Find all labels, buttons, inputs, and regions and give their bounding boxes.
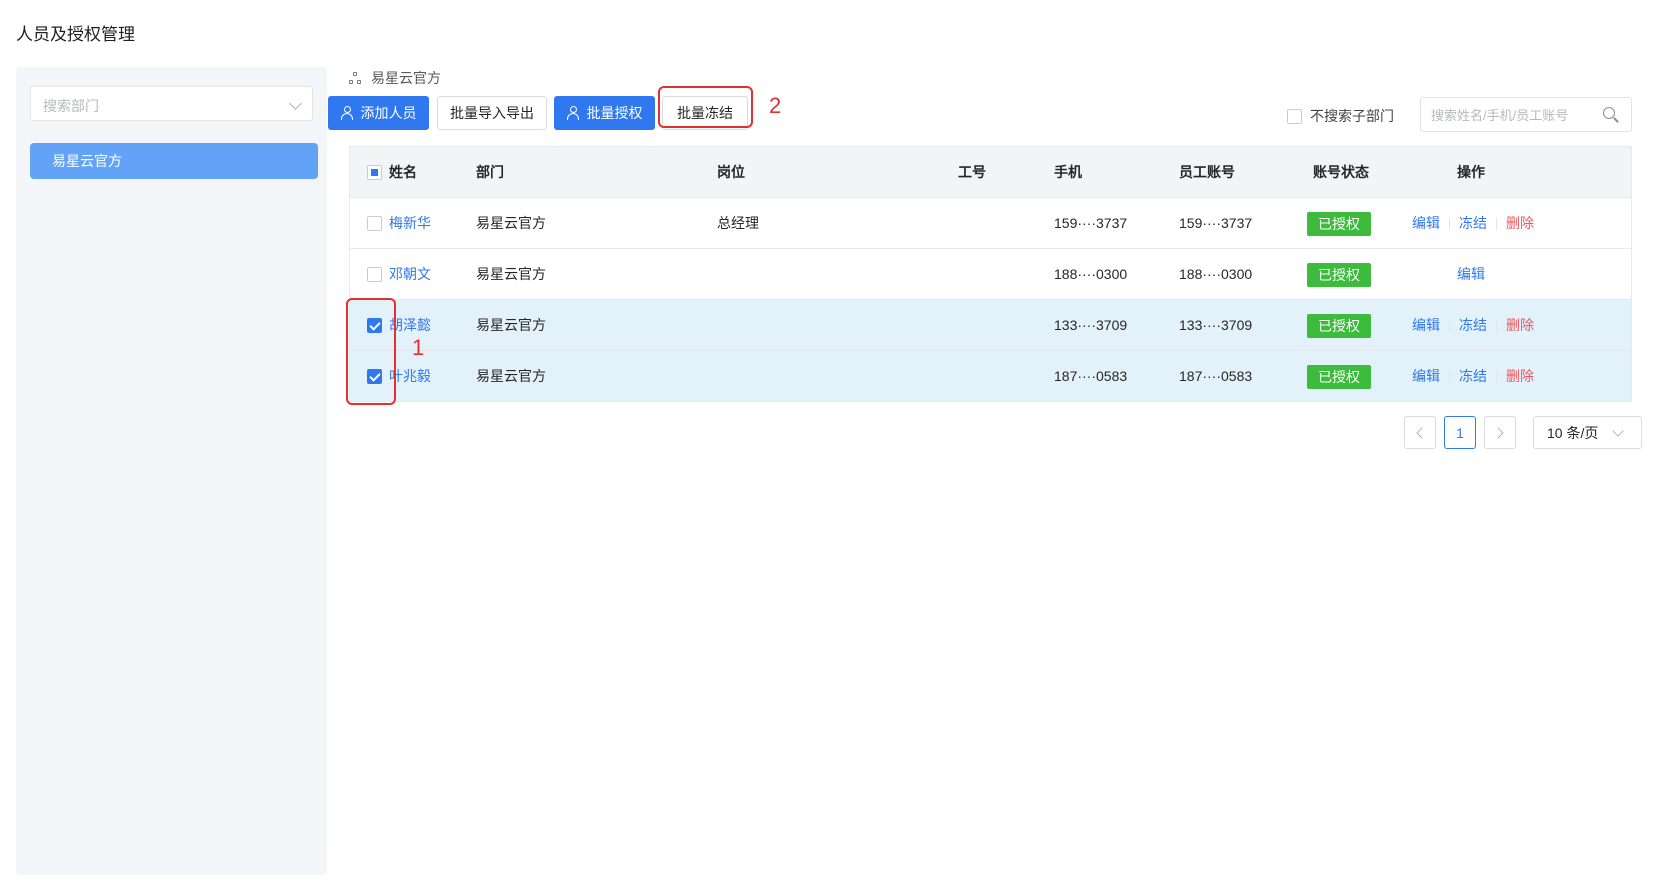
batch-authorize-button[interactable]: 批量授权	[554, 96, 655, 130]
actions-cell: 编辑	[1457, 249, 1485, 299]
select-all-cell	[367, 147, 382, 197]
add-person-button[interactable]: 添加人员	[328, 96, 429, 130]
chevron-down-icon	[1612, 424, 1625, 437]
action-divider	[1496, 218, 1497, 231]
account-cell: 133····3709	[1179, 317, 1253, 333]
delete-link[interactable]: 删除	[1506, 215, 1534, 231]
edit-link[interactable]: 编辑	[1412, 215, 1440, 231]
batch-import-export-button[interactable]: 批量导入导出	[437, 96, 547, 130]
employee-name-link[interactable]: 邓朝文	[389, 249, 431, 299]
phone-cell: 188····0300	[1054, 266, 1128, 282]
freeze-link[interactable]: 冻结	[1459, 317, 1487, 333]
table-row: 邓朝文 易星云官方 188····0300 188····0300 已授权 编辑	[350, 249, 1631, 300]
status-cell: 已授权	[1307, 300, 1371, 350]
status-cell: 已授权	[1307, 198, 1371, 248]
action-divider	[1496, 320, 1497, 333]
header-position: 岗位	[717, 164, 745, 180]
freeze-link[interactable]: 冻结	[1459, 215, 1487, 231]
department-cell: 易星云官方	[476, 215, 546, 231]
status-cell: 已授权	[1307, 249, 1371, 299]
exclude-subdepartment-label: 不搜索子部门	[1310, 108, 1394, 124]
department-cell: 易星云官方	[476, 266, 546, 282]
action-divider	[1449, 218, 1450, 231]
breadcrumb: 易星云官方	[349, 68, 441, 88]
page-1-button[interactable]: 1	[1444, 416, 1476, 449]
actions-cell: 编辑 冻结 删除	[1412, 351, 1534, 401]
department-cell: 易星云官方	[476, 317, 546, 333]
table-header-row: 姓名 部门 岗位 工号 手机 员工账号 账号状态 操作	[350, 147, 1631, 198]
row-checkbox[interactable]	[367, 266, 382, 282]
header-account: 员工账号	[1179, 164, 1235, 180]
table-row: 叶兆毅 易星云官方 187····0583 187····0583 已授权 编辑…	[350, 351, 1631, 402]
page-title: 人员及授权管理	[16, 25, 135, 44]
table-row: 梅新华 易星云官方 总经理 159····3737 159····3737 已授…	[350, 198, 1631, 249]
exclude-subdepartment-checkbox[interactable]	[1287, 108, 1302, 124]
header-name: 姓名	[389, 164, 417, 180]
next-page-button[interactable]	[1484, 416, 1516, 449]
employee-table: 姓名 部门 岗位 工号 手机 员工账号 账号状态 操作 梅新华 易星云官方 总经…	[349, 146, 1632, 402]
status-cell: 已授权	[1307, 351, 1371, 401]
add-person-label: 添加人员	[360, 105, 417, 121]
edit-link[interactable]: 编辑	[1412, 317, 1440, 333]
row-checkbox[interactable]	[367, 215, 382, 231]
account-cell: 188····0300	[1179, 266, 1253, 282]
exclude-subdepartment-option[interactable]: 不搜索子部门	[1287, 106, 1394, 126]
header-department: 部门	[476, 164, 504, 180]
department-search-select[interactable]: 搜索部门	[30, 86, 313, 121]
breadcrumb-label: 易星云官方	[371, 70, 441, 86]
org-tree-icon	[349, 71, 363, 85]
user-key-icon	[566, 106, 581, 120]
actions-cell: 编辑 冻结 删除	[1412, 300, 1534, 350]
department-item-yixingyun[interactable]: 易星云官方	[30, 143, 318, 179]
employee-search-input[interactable]	[1431, 104, 1601, 126]
prev-page-button[interactable]	[1404, 416, 1436, 449]
search-icon[interactable]	[1603, 107, 1619, 123]
account-cell: 187····0583	[1179, 368, 1253, 384]
status-badge: 已授权	[1307, 365, 1371, 390]
phone-cell: 187····0583	[1054, 368, 1128, 384]
table-row: 胡泽懿 易星云官方 133····3709 133····3709 已授权 编辑…	[350, 300, 1631, 351]
annotation-number-2: 2	[769, 93, 782, 118]
account-cell: 159····3737	[1179, 215, 1253, 231]
employee-search-field[interactable]	[1420, 97, 1632, 132]
select-all-checkbox[interactable]	[367, 164, 382, 180]
row-select-cell	[367, 198, 382, 248]
status-badge: 已授权	[1307, 212, 1371, 237]
freeze-link[interactable]: 冻结	[1459, 368, 1487, 384]
action-divider	[1449, 320, 1450, 333]
batch-authorize-label: 批量授权	[586, 105, 643, 121]
phone-cell: 133····3709	[1054, 317, 1128, 333]
annotation-box-selected-rows	[346, 298, 396, 405]
edit-link[interactable]: 编辑	[1412, 368, 1440, 384]
header-actions: 操作	[1457, 164, 1485, 180]
annotation-number-1: 1	[412, 335, 425, 360]
delete-link[interactable]: 删除	[1506, 317, 1534, 333]
department-search-placeholder: 搜索部门	[43, 98, 99, 114]
row-select-cell	[367, 249, 382, 299]
chevron-left-icon	[1416, 426, 1428, 439]
department-sidebar: 搜索部门 易星云官方	[16, 67, 327, 875]
header-phone: 手机	[1054, 164, 1082, 180]
department-cell: 易星云官方	[476, 368, 546, 384]
status-badge: 已授权	[1307, 314, 1371, 339]
position-cell: 总经理	[717, 215, 759, 231]
user-add-icon	[340, 106, 355, 120]
action-divider	[1496, 371, 1497, 384]
edit-link[interactable]: 编辑	[1457, 266, 1485, 282]
chevron-right-icon	[1492, 426, 1504, 439]
status-badge: 已授权	[1307, 263, 1371, 288]
page-size-label: 10 条/页	[1547, 424, 1599, 441]
annotation-box-freeze-button	[658, 86, 753, 128]
delete-link[interactable]: 删除	[1506, 368, 1534, 384]
employee-name-link[interactable]: 梅新华	[389, 198, 431, 248]
header-status: 账号状态	[1313, 164, 1369, 180]
phone-cell: 159····3737	[1054, 215, 1128, 231]
header-employee-no: 工号	[958, 164, 986, 180]
action-divider	[1449, 371, 1450, 384]
actions-cell: 编辑 冻结 删除	[1412, 198, 1534, 248]
chevron-down-icon	[289, 97, 302, 110]
batch-import-export-label: 批量导入导出	[450, 105, 534, 121]
page-size-select[interactable]: 10 条/页	[1533, 416, 1642, 449]
